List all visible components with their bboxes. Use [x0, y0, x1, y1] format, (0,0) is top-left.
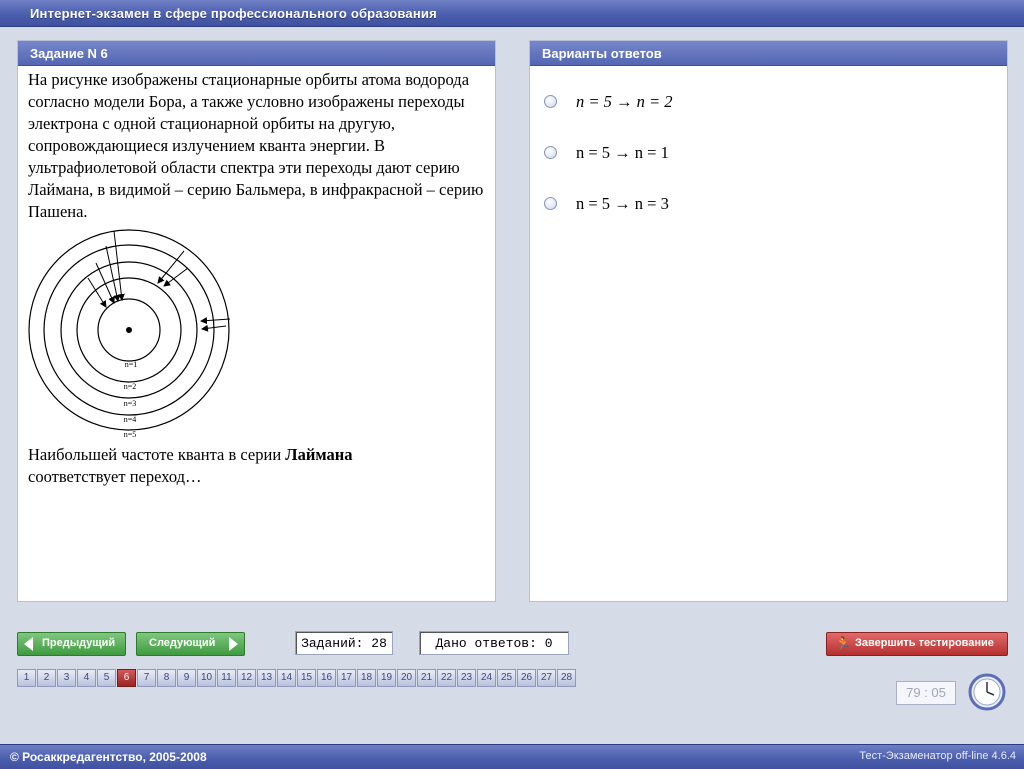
footer-bar: © Росаккредагентство, 2005-2008 Тест-Экз…	[0, 744, 1024, 769]
page-button-21[interactable]: 21	[417, 669, 436, 687]
finish-test-button[interactable]: 🏃 Завершить тестирование	[826, 632, 1008, 656]
answer-label[interactable]: n = 5 → n = 3	[576, 194, 669, 214]
task-panel-header: Задание N 6	[18, 41, 495, 66]
page-button-25[interactable]: 25	[497, 669, 516, 687]
question-suffix: соответствует переход…	[28, 467, 202, 486]
page-button-3[interactable]: 3	[57, 669, 76, 687]
orbit-label: n=5	[124, 430, 137, 439]
bohr-orbits-diagram: n=1 n=2 n=3 n=4 n=5	[28, 229, 231, 439]
previous-button-label: Предыдущий	[42, 637, 116, 649]
page-button-28[interactable]: 28	[557, 669, 576, 687]
task-panel: Задание N 6 На рисунке изображены стацио…	[17, 40, 496, 602]
tasks-count: Заданий: 28	[295, 631, 393, 655]
arrow-right-icon	[229, 637, 238, 651]
answers-header: Варианты ответов	[542, 46, 662, 61]
page-button-1[interactable]: 1	[17, 669, 36, 687]
page-button-15[interactable]: 15	[297, 669, 316, 687]
answer-label[interactable]: n = 5 → n = 2	[576, 92, 673, 112]
transition-arrow	[200, 317, 231, 325]
radio-button[interactable]	[544, 197, 557, 210]
page-button-23[interactable]: 23	[457, 669, 476, 687]
orbit-label: n=1	[125, 360, 138, 369]
question-text: Наибольшей частоте кванта в серии Лайман…	[28, 444, 490, 488]
page-button-9[interactable]: 9	[177, 669, 196, 687]
runner-icon: 🏃	[835, 636, 852, 651]
page-button-22[interactable]: 22	[437, 669, 456, 687]
page-button-12[interactable]: 12	[237, 669, 256, 687]
page-button-14[interactable]: 14	[277, 669, 296, 687]
page-button-19[interactable]: 19	[377, 669, 396, 687]
page-button-17[interactable]: 17	[337, 669, 356, 687]
page-button-5[interactable]: 5	[97, 669, 116, 687]
page-button-13[interactable]: 13	[257, 669, 276, 687]
answers-given-label: Дано ответов: 0	[435, 636, 553, 651]
task-number: Задание N 6	[30, 46, 108, 61]
page-button-2[interactable]: 2	[37, 669, 56, 687]
previous-button[interactable]: Предыдущий	[17, 632, 126, 656]
question-prefix: Наибольшей частоте кванта в серии	[28, 445, 286, 464]
app-version: Тест-Экзаменатор off-line 4.6.4	[859, 750, 1016, 762]
title-bar: Интернет-экзамен в сфере профессионально…	[0, 0, 1024, 27]
page-button-6[interactable]: 6	[117, 669, 136, 687]
page-button-11[interactable]: 11	[217, 669, 236, 687]
next-button[interactable]: Следующий	[136, 632, 245, 656]
page-button-16[interactable]: 16	[317, 669, 336, 687]
page-button-10[interactable]: 10	[197, 669, 216, 687]
page-button-27[interactable]: 27	[537, 669, 556, 687]
answer-label[interactable]: n = 5 → n = 1	[576, 143, 669, 163]
arrow-left-icon	[24, 637, 33, 651]
task-text: На рисунке изображены стационарные орбит…	[28, 70, 484, 221]
page-button-7[interactable]: 7	[137, 669, 156, 687]
tasks-count-label: Заданий: 28	[301, 636, 387, 651]
clock-icon	[968, 673, 1006, 711]
copyright: © Росаккредагентство, 2005-2008	[10, 750, 207, 764]
page-button-24[interactable]: 24	[477, 669, 496, 687]
page-button-4[interactable]: 4	[77, 669, 96, 687]
question-series: Лаймана	[285, 445, 353, 464]
page-button-8[interactable]: 8	[157, 669, 176, 687]
answers-panel-header: Варианты ответов	[530, 41, 1007, 66]
transition-arrow	[87, 277, 107, 308]
page-button-26[interactable]: 26	[517, 669, 536, 687]
nucleus	[126, 327, 132, 333]
radio-button[interactable]	[544, 95, 557, 108]
orbit-label: n=4	[124, 415, 137, 424]
radio-button[interactable]	[544, 146, 557, 159]
page-button-20[interactable]: 20	[397, 669, 416, 687]
timer: 79 : 05	[896, 681, 956, 705]
next-button-label: Следующий	[149, 637, 216, 649]
finish-button-label: Завершить тестирование	[855, 637, 994, 649]
answers-panel: Варианты ответов n = 5 → n = 2 n = 5 → n…	[529, 40, 1008, 602]
orbit-label: n=2	[124, 382, 137, 391]
app-title: Интернет-экзамен в сфере профессионально…	[30, 6, 437, 21]
orbit-label: n=3	[124, 399, 137, 408]
page-button-18[interactable]: 18	[357, 669, 376, 687]
answers-given-count: Дано ответов: 0	[419, 631, 569, 655]
